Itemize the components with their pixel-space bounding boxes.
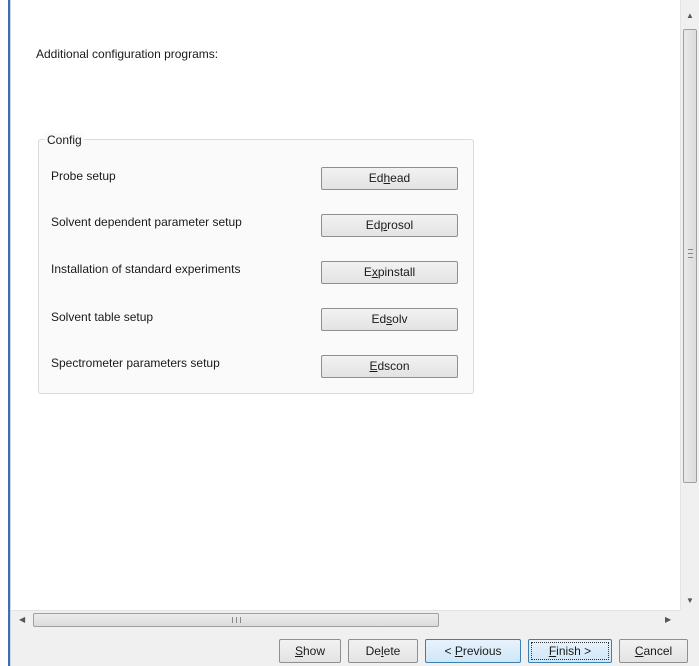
scrollbar-corner [680, 610, 699, 629]
config-group: Config Probe setup Edhead Solvent depend… [38, 133, 474, 394]
spectrometer-parameters-label: Spectrometer parameters setup [51, 356, 220, 370]
solvent-dependent-label: Solvent dependent parameter setup [51, 215, 242, 229]
vertical-scroll-thumb[interactable] [683, 29, 697, 483]
edprosol-button[interactable]: Edprosol [321, 214, 458, 237]
config-group-title: Config [45, 133, 84, 147]
edscon-button[interactable]: Edscon [321, 355, 458, 378]
probe-setup-label: Probe setup [51, 169, 116, 183]
wizard-button-bar: Show Delete < Previous Finish > Cancel [11, 629, 699, 666]
focus-ring [531, 642, 609, 660]
vertical-grip-icon [688, 249, 693, 258]
page-heading: Additional configuration programs: [36, 47, 219, 61]
horizontal-scrollbar[interactable]: ◀ ▶ [11, 610, 680, 629]
vertical-scrollbar[interactable]: ▲ ▼ [680, 0, 699, 610]
show-button[interactable]: Show [279, 639, 341, 663]
installation-experiments-label: Installation of standard experiments [51, 262, 241, 276]
edhead-button[interactable]: Edhead [321, 167, 458, 190]
solvent-table-label: Solvent table setup [51, 310, 154, 324]
cancel-button[interactable]: Cancel [619, 639, 688, 663]
content-panel: Additional configuration programs: Confi… [11, 0, 680, 610]
horizontal-grip-icon [232, 617, 241, 623]
expinstall-button[interactable]: Expinstall [321, 261, 458, 284]
scroll-right-arrow-icon[interactable]: ▶ [665, 615, 671, 625]
edsolv-button[interactable]: Edsolv [321, 308, 458, 331]
scroll-down-arrow-icon[interactable]: ▼ [686, 596, 694, 606]
finish-button[interactable]: Finish > [528, 639, 612, 663]
delete-button[interactable]: Delete [348, 639, 418, 663]
previous-button[interactable]: < Previous [425, 639, 521, 663]
horizontal-scroll-thumb[interactable] [33, 613, 439, 627]
scroll-left-arrow-icon[interactable]: ◀ [19, 615, 25, 625]
scroll-up-arrow-icon[interactable]: ▲ [686, 11, 694, 21]
